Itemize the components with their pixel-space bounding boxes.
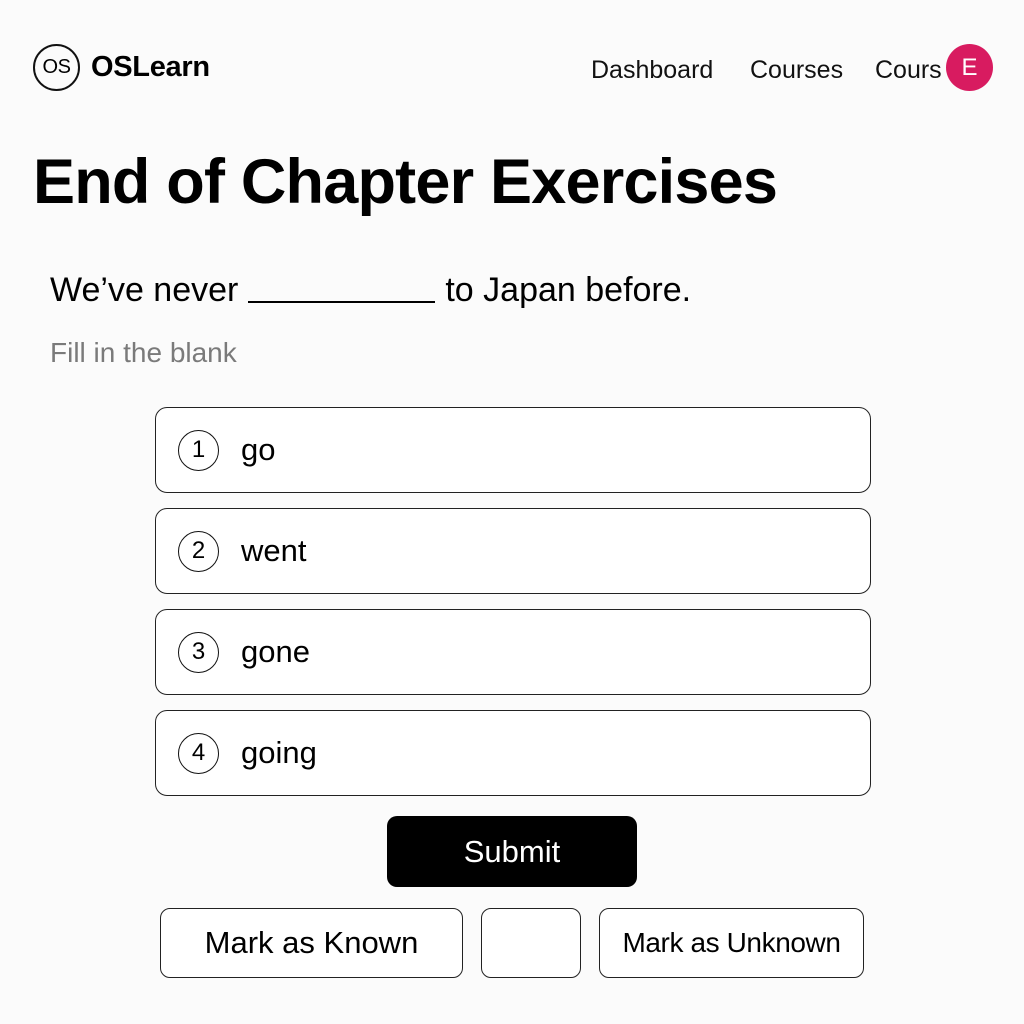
option-number-badge: 2 <box>178 530 219 572</box>
page-title: End of Chapter Exercises <box>33 147 778 217</box>
option-number-badge: 3 <box>178 631 219 673</box>
question-before: We’ve never <box>50 271 239 309</box>
blank-button[interactable] <box>481 908 581 978</box>
option-label: went <box>241 533 307 568</box>
question-text: We’ve never to Japan before. <box>50 270 691 310</box>
answer-blank <box>248 275 436 303</box>
user-avatar[interactable]: E <box>946 44 993 91</box>
nav-courses-truncated[interactable]: Cours <box>875 52 945 88</box>
question-after: to Japan before. <box>445 271 692 309</box>
page: OS OSLearn Dashboard Courses Cours E End… <box>0 0 1024 1024</box>
instruction-text: Fill in the blank <box>50 337 237 368</box>
option-go[interactable]: 1 go <box>155 407 871 493</box>
option-went[interactable]: 2 went <box>155 508 871 594</box>
option-label: go <box>241 432 276 467</box>
option-label: gone <box>241 634 310 669</box>
option-gone[interactable]: 3 gone <box>155 609 871 695</box>
answer-options: 1 go 2 went 3 gone 4 going <box>155 407 871 811</box>
nav-courses[interactable]: Courses <box>750 52 843 88</box>
option-going[interactable]: 4 going <box>155 710 871 796</box>
submit-button[interactable]: Submit <box>387 816 637 887</box>
option-number-badge: 4 <box>178 732 219 774</box>
option-label: going <box>241 735 317 770</box>
top-nav: Dashboard Courses Cours <box>0 52 1024 92</box>
mark-unknown-button[interactable]: Mark as Unknown <box>599 908 864 978</box>
nav-dashboard[interactable]: Dashboard <box>591 52 713 88</box>
option-number-badge: 1 <box>178 429 219 471</box>
mark-known-button[interactable]: Mark as Known <box>160 908 463 978</box>
